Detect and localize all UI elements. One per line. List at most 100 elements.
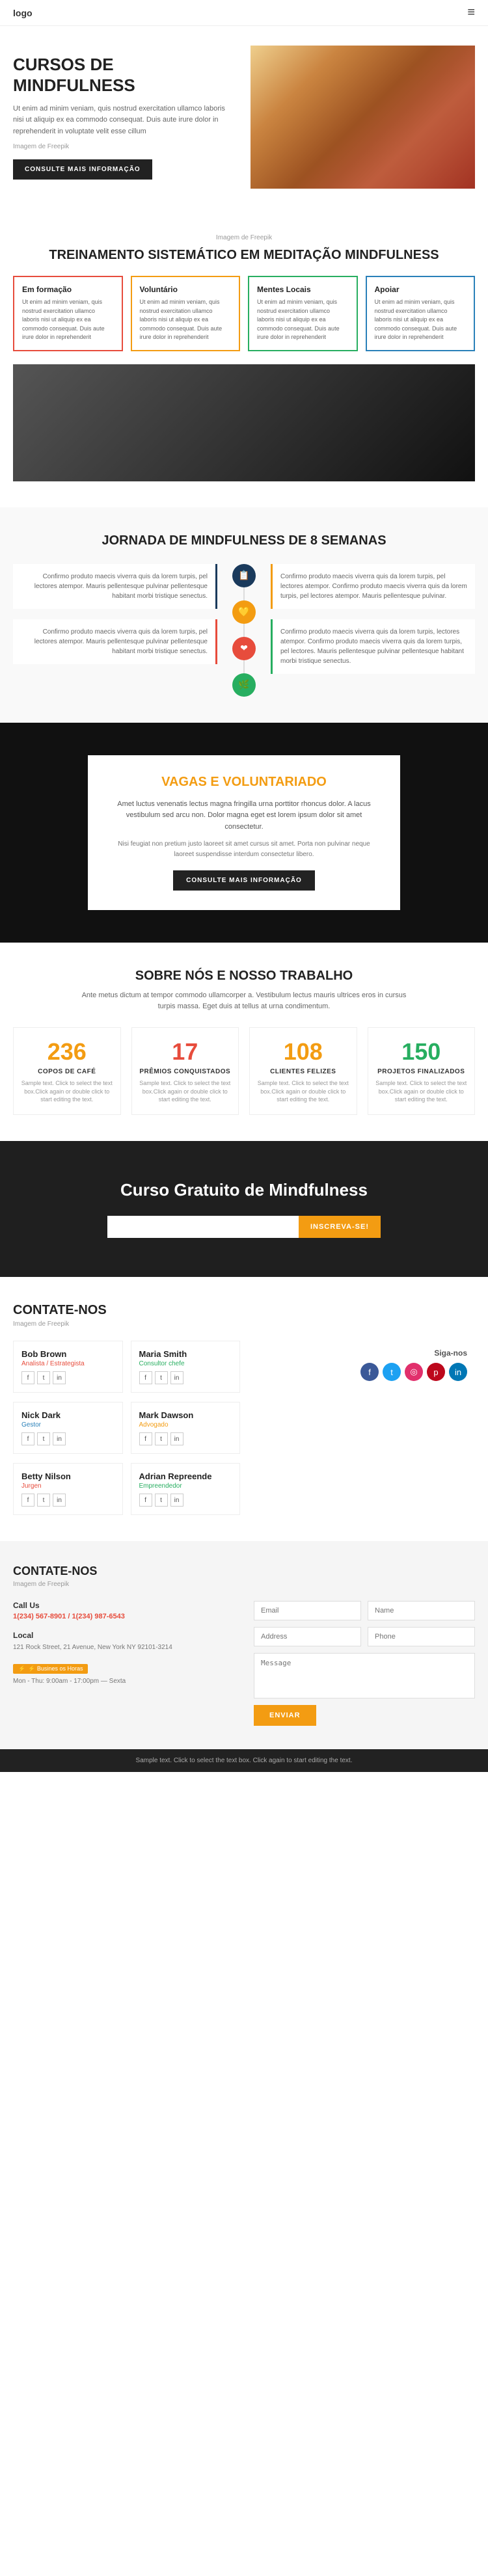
vagas-text1: Amet luctus venenatis lectus magna fring…: [107, 799, 381, 833]
jornada-right-text-0: Confirmo produto maecis viverra quis da …: [280, 572, 467, 601]
jornada-icon-1: 💛: [232, 600, 256, 624]
form-name-input[interactable]: [368, 1601, 475, 1620]
jornada-icon-3: 🌿: [232, 673, 256, 697]
stat-desc-1: Sample text. Click to select the text bo…: [137, 1079, 234, 1104]
training-card-1: Voluntário Ut enim ad minim veniam, quis…: [131, 276, 241, 351]
contact-row3: Betty Nilson Jurgen f t in Adrian Repree…: [13, 1463, 475, 1515]
contact-name-5: Adrian Repreende: [139, 1471, 232, 1481]
contate2-section: CONTATE-NOS Imagem de Freepik Call Us 1(…: [0, 1541, 488, 1749]
contate-title: CONTATE-NOS: [13, 1303, 475, 1318]
local-address: 121 Rock Street, 21 Avenue, New York NY …: [13, 1643, 234, 1652]
contact-social-icon[interactable]: t: [37, 1371, 50, 1384]
curso-email-input[interactable]: [107, 1216, 299, 1238]
contact-card-3: Mark Dawson Advogado f t in: [131, 1402, 241, 1454]
jornada-left: Confirmo produto maecis viverra quis da …: [13, 564, 217, 664]
hero-text: CURSOS DE MINDFULNESS Ut enim ad minim v…: [13, 55, 237, 179]
social-follow-label: Siga-nos: [256, 1348, 467, 1358]
card-text-0: Ut enim ad minim veniam, quis nostrud ex…: [22, 298, 114, 342]
jornada-left-text-1: Confirmo produto maecis viverra quis da …: [21, 627, 208, 656]
contact-social-icon[interactable]: f: [21, 1494, 34, 1507]
local-title: Local: [13, 1631, 234, 1640]
contact-social-icon[interactable]: in: [170, 1432, 183, 1445]
contact-icons-1: f t in: [139, 1371, 232, 1384]
contact-name-3: Mark Dawson: [139, 1410, 232, 1420]
sobre-section: SOBRE NÓS E NOSSO TRABALHO Ante metus di…: [0, 943, 488, 1141]
contact-card-2: Nick Dark Gestor f t in: [13, 1402, 123, 1454]
form-message-textarea[interactable]: [254, 1653, 475, 1698]
contact-social-icon[interactable]: in: [170, 1494, 183, 1507]
contate2-title: CONTATE-NOS: [13, 1564, 475, 1578]
contact-social-icon[interactable]: in: [53, 1432, 66, 1445]
call-us-block: Call Us 1(234) 567-8901 / 1(234) 987-654…: [13, 1601, 234, 1620]
contact-social-icon[interactable]: t: [155, 1371, 168, 1384]
contact-card-4: Betty Nilson Jurgen f t in: [13, 1463, 123, 1515]
curso-form: Inscreva-se!: [107, 1216, 381, 1238]
contact-row1: Bob Brown Analista / Estrategista f t in…: [13, 1341, 475, 1393]
menu-icon[interactable]: ≡: [467, 5, 475, 20]
contact-social-icon[interactable]: f: [139, 1432, 152, 1445]
social-li-icon[interactable]: in: [449, 1363, 467, 1381]
contact-role-5: Empreendedor: [139, 1483, 232, 1490]
contact-role-2: Gestor: [21, 1421, 115, 1429]
call-us-phone: 1(234) 567-8901 / 1(234) 987-6543: [13, 1613, 234, 1620]
contact-social-icon[interactable]: t: [155, 1432, 168, 1445]
social-ig-icon[interactable]: ◎: [405, 1363, 423, 1381]
contact-social-icon[interactable]: in: [53, 1494, 66, 1507]
contact-social-icon[interactable]: in: [170, 1371, 183, 1384]
stat-item-0: 236 COPOS DE CAFÉ Sample text. Click to …: [13, 1027, 121, 1115]
contact-icons-2: f t in: [21, 1432, 115, 1445]
card-text-2: Ut enim ad minim veniam, quis nostrud ex…: [257, 298, 349, 342]
social-pt-icon[interactable]: p: [427, 1363, 445, 1381]
contact-social-icon[interactable]: t: [37, 1494, 50, 1507]
form-submit-button[interactable]: ENVIAR: [254, 1705, 316, 1726]
jornada-icon-2: ❤: [232, 637, 256, 660]
contact-social-icon[interactable]: f: [21, 1371, 34, 1384]
jornada-icon-0: 📋: [232, 564, 256, 587]
social-fb-icon[interactable]: f: [360, 1363, 379, 1381]
card-text-1: Ut enim ad minim veniam, quis nostrud ex…: [140, 298, 232, 342]
hero-cta-button[interactable]: CONSULTE MAIS INFORMAÇÃO: [13, 159, 152, 180]
sobre-title: SOBRE NÓS E NOSSO TRABALHO: [13, 969, 475, 984]
training-card-2: Mentes Locais Ut enim ad minim veniam, q…: [248, 276, 358, 351]
contact-role-3: Advogado: [139, 1421, 232, 1429]
stat-number-3: 150: [373, 1038, 470, 1066]
form-row-1: [254, 1601, 475, 1620]
social-tw-icon[interactable]: t: [383, 1363, 401, 1381]
jornada-title: JORNADA DE MINDFULNESS DE 8 SEMANAS: [13, 533, 475, 548]
stats-grid: 236 COPOS DE CAFÉ Sample text. Click to …: [13, 1027, 475, 1115]
form-address-input[interactable]: [254, 1627, 361, 1646]
stat-label-3: PROJETOS FINALIZADOS: [373, 1068, 470, 1075]
contact-social-icon[interactable]: in: [53, 1371, 66, 1384]
contact-social-icon[interactable]: t: [37, 1432, 50, 1445]
contact-social-icon[interactable]: f: [139, 1494, 152, 1507]
contate2-form: ENVIAR: [254, 1601, 475, 1726]
contact-icons-3: f t in: [139, 1432, 232, 1445]
stat-item-3: 150 PROJETOS FINALIZADOS Sample text. Cl…: [368, 1027, 476, 1115]
stat-desc-3: Sample text. Click to select the text bo…: [373, 1079, 470, 1104]
contact-spacer: [248, 1402, 475, 1454]
hero-section: CURSOS DE MINDFULNESS Ut enim ad minim v…: [0, 26, 488, 208]
contact-role-0: Analista / Estrategista: [21, 1360, 115, 1367]
training-title: TREINAMENTO SISTEMÁTICO EM MEDITAÇÃO MIN…: [13, 248, 475, 263]
contact-social-icon[interactable]: f: [139, 1371, 152, 1384]
contact-social-icon[interactable]: t: [155, 1494, 168, 1507]
jornada-right-0: Confirmo produto maecis viverra quis da …: [271, 564, 475, 609]
jornada-right-text-1: Confirmo produto maecis viverra quis da …: [280, 627, 467, 666]
jornada-left-text-0: Confirmo produto maecis viverra quis da …: [21, 572, 208, 601]
form-phone-input[interactable]: [368, 1627, 475, 1646]
contate2-left: Call Us 1(234) 567-8901 / 1(234) 987-654…: [13, 1601, 234, 1726]
stat-item-1: 17 PRÊMIOS CONQUISTADOS Sample text. Cli…: [131, 1027, 239, 1115]
stat-item-2: 108 CLIENTES FELIZES Sample text. Click …: [249, 1027, 357, 1115]
local-block: Local 121 Rock Street, 21 Avenue, New Yo…: [13, 1631, 234, 1652]
hero-description: Ut enim ad minim veniam, quis nostrud ex…: [13, 103, 237, 138]
stat-number-0: 236: [19, 1038, 115, 1066]
stat-desc-0: Sample text. Click to select the text bo…: [19, 1079, 115, 1104]
contact-social-icon[interactable]: f: [21, 1432, 34, 1445]
call-us-title: Call Us: [13, 1601, 234, 1610]
contact-card-1: Maria Smith Consultor chefe f t in: [131, 1341, 241, 1393]
contact-name-4: Betty Nilson: [21, 1471, 115, 1481]
curso-submit-button[interactable]: Inscreva-se!: [299, 1216, 381, 1238]
contact-name-0: Bob Brown: [21, 1349, 115, 1359]
vagas-button[interactable]: CONSULTE MAIS INFORMAÇÃO: [173, 870, 315, 891]
form-email-input[interactable]: [254, 1601, 361, 1620]
